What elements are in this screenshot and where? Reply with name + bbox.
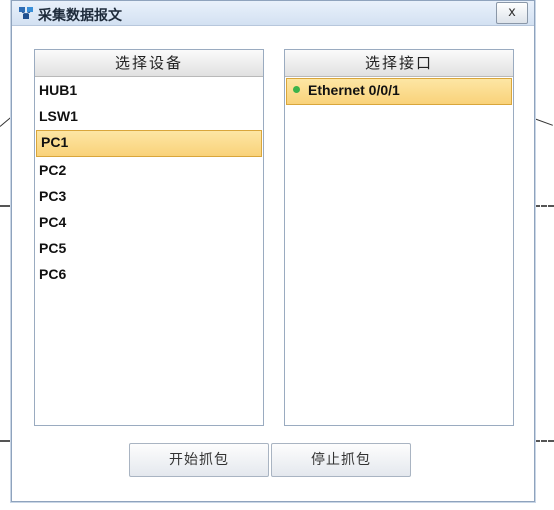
device-panel-header: 选择设备 [35,50,263,77]
device-item-hub1[interactable]: HUB1 [35,78,263,103]
topology-link-left-diagonal [0,117,12,127]
interface-list: Ethernet 0/0/1 [285,78,513,105]
device-item-pc6[interactable]: PC6 [35,262,263,287]
device-item-pc2[interactable]: PC2 [35,158,263,183]
topology-link-right-lower [534,440,554,442]
dialog-title: 采集数据报文 [38,8,122,24]
device-item-pc5[interactable]: PC5 [35,236,263,261]
topology-link-right-diagonal [533,118,553,126]
link-status-dot-icon [293,85,300,93]
capture-dialog: 采集数据报文 x 选择设备 HUB1 LSW1 PC1 PC2 PC3 PC4 … [11,0,535,502]
interface-item-label: Ethernet 0/0/1 [308,82,400,98]
title-bar[interactable]: 采集数据报文 x [12,1,534,26]
device-item-pc1[interactable]: PC1 [36,130,262,157]
device-list: HUB1 LSW1 PC1 PC2 PC3 PC4 PC5 PC6 [35,78,263,287]
interface-item-ethernet-0-0-1[interactable]: Ethernet 0/0/1 [286,78,512,105]
device-item-lsw1[interactable]: LSW1 [35,104,263,129]
device-item-pc3[interactable]: PC3 [35,184,263,209]
interface-panel-header: 选择接口 [285,50,513,77]
interface-panel: 选择接口 Ethernet 0/0/1 [284,49,514,426]
stop-capture-button[interactable]: 停止抓包 [271,443,411,477]
start-capture-button[interactable]: 开始抓包 [129,443,269,477]
device-item-pc4[interactable]: PC4 [35,210,263,235]
close-button[interactable]: x [496,2,528,24]
topology-link-right-upper [534,205,554,207]
device-panel: 选择设备 HUB1 LSW1 PC1 PC2 PC3 PC4 PC5 PC6 [34,49,264,426]
capture-app-icon [18,5,34,21]
